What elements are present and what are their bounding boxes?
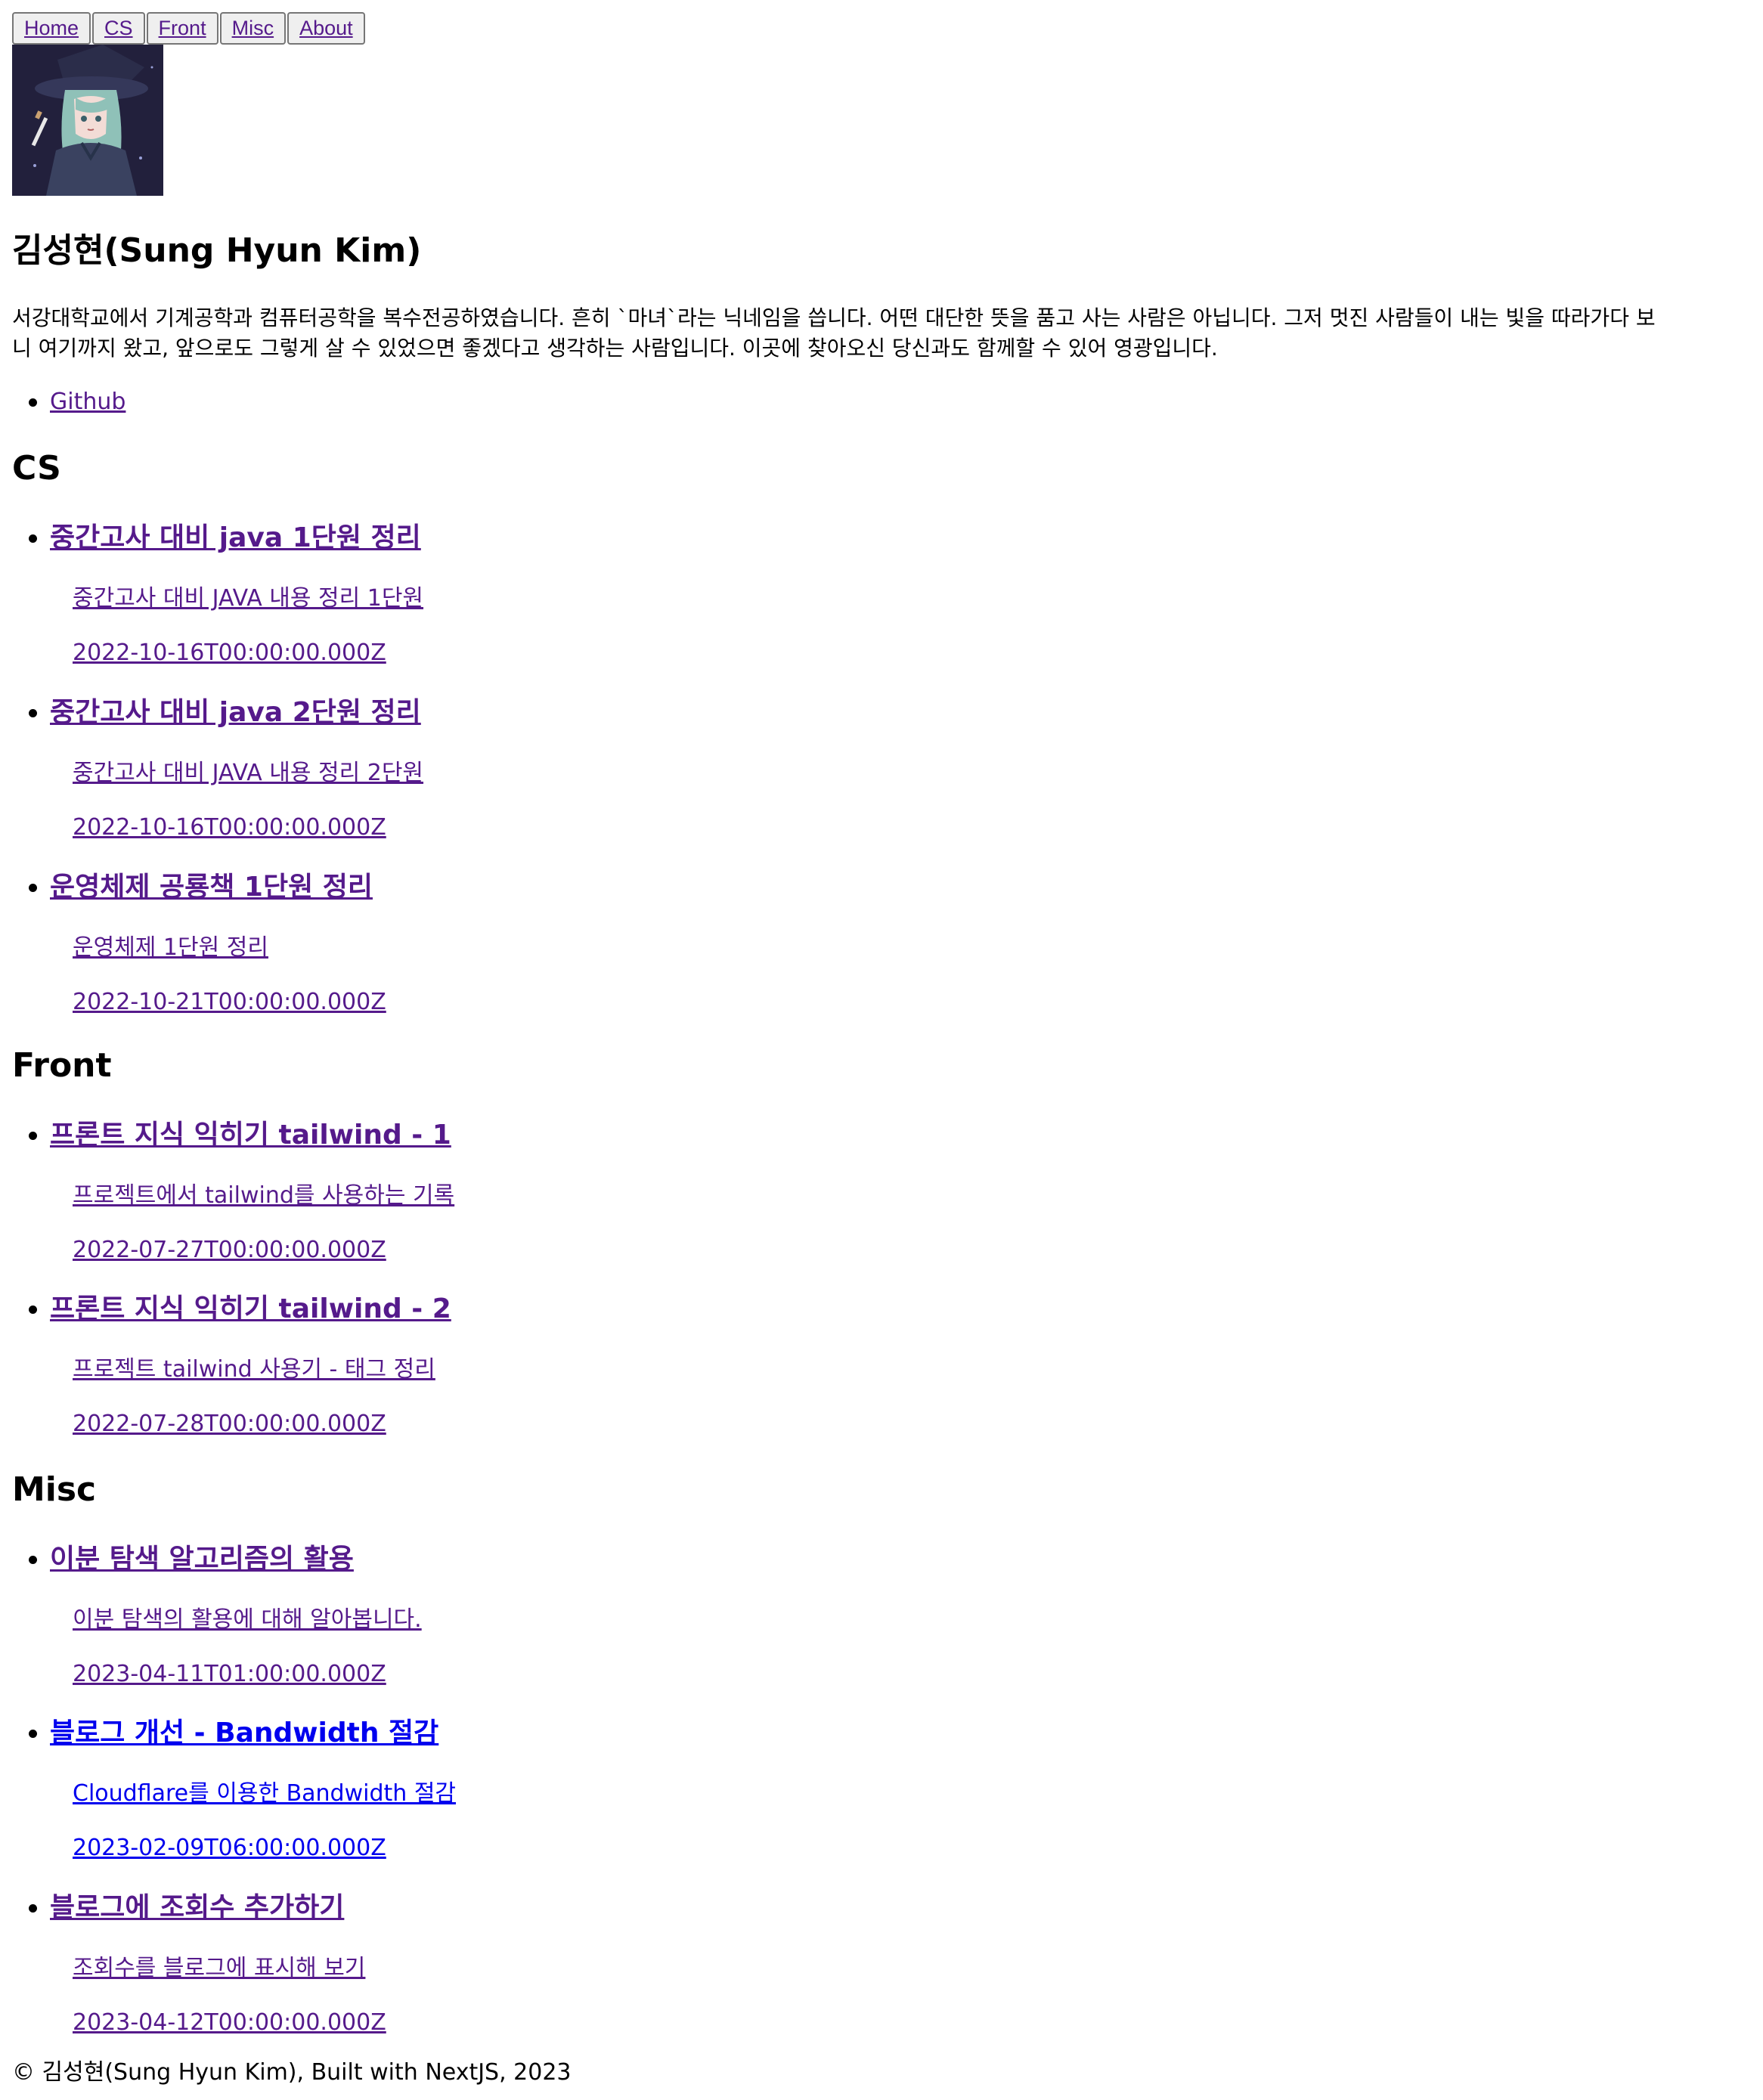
post-item: 블로그 개선 - Bandwidth 절감 [29,1715,438,1752]
bullet-icon [29,534,37,543]
post-title-link[interactable]: 이분 탐색 알고리즘의 활용 [50,1541,354,1578]
post-date-link[interactable]: 2023-04-11T01:00:00.000Z [73,1659,386,1690]
section-heading-cs: CS [12,449,61,488]
post-date-link[interactable]: 2022-07-27T00:00:00.000Z [73,1235,386,1265]
post-date-link[interactable]: 2022-07-28T00:00:00.000Z [73,1409,386,1439]
bullet-icon [29,883,37,892]
nav-link-front[interactable]: Front [159,17,206,40]
post-item: 블로그에 조회수 추가하기 [29,1890,344,1926]
post-date-link[interactable]: 2022-10-16T00:00:00.000Z [73,638,386,668]
post-description-link[interactable]: 중간고사 대비 JAVA 내용 정리 1단원 [73,584,423,614]
post-title-link[interactable]: 블로그에 조회수 추가하기 [50,1890,344,1926]
post-item: 운영체제 공룡책 1단원 정리 [29,869,373,906]
post-item: 이분 탐색 알고리즘의 활용 [29,1541,354,1578]
profile-bio: 서강대학교에서 기계공학과 컴퓨터공학을 복수전공하였습니다. 흔히 `마녀`라… [12,303,1763,364]
bullet-icon [29,1729,37,1738]
post-date-link[interactable]: 2022-10-16T00:00:00.000Z [73,813,386,843]
bio-line: 니 여기까지 왔고, 앞으로도 그렇게 살 수 있었으면 좋겠다고 생각하는 사… [12,336,1218,361]
section-heading-front: Front [12,1046,112,1085]
post-description-link[interactable]: 이분 탐색의 활용에 대해 알아봅니다. [73,1605,422,1635]
bullet-icon [29,1903,37,1913]
nav-link-home[interactable]: Home [24,17,79,40]
post-item: 중간고사 대비 java 1단원 정리 [29,520,421,556]
post-item: 프론트 지식 익히기 tailwind - 1 [29,1117,451,1154]
post-date-link[interactable]: 2023-02-09T06:00:00.000Z [73,1833,386,1863]
bullet-icon [29,398,37,407]
nav-link-cs[interactable]: CS [104,17,133,40]
post-title-link[interactable]: 블로그 개선 - Bandwidth 절감 [50,1715,438,1752]
github-link[interactable]: Github [50,387,125,417]
bullet-icon [29,708,37,717]
post-description-link[interactable]: Cloudflare를 이용한 Bandwidth 절감 [73,1779,456,1809]
post-description-link[interactable]: 프로젝트에서 tailwind를 사용하는 기록 [73,1181,454,1211]
post-title-link[interactable]: 운영체제 공룡책 1단원 정리 [50,869,373,906]
footer: © 김성현(Sung Hyun Kim), Built with NextJS,… [12,2059,572,2086]
post-date-link[interactable]: 2022-10-21T00:00:00.000Z [73,987,386,1017]
page: Home CS Front Misc About 김성현(Sung Hyun K… [0,0,1763,2100]
post-description-link[interactable]: 프로젝트 tailwind 사용기 - 태그 정리 [73,1355,435,1385]
bullet-icon [29,1555,37,1564]
section-heading-misc: Misc [12,1470,97,1509]
post-title-link[interactable]: 프론트 지식 익히기 tailwind - 2 [50,1291,451,1327]
nav-button-cs[interactable]: CS [92,12,145,45]
nav-link-about[interactable]: About [299,17,353,40]
nav-button-front[interactable]: Front [146,12,218,45]
bullet-icon [29,1305,37,1314]
post-description-link[interactable]: 조회수를 블로그에 표시해 보기 [73,1953,365,1984]
post-title-link[interactable]: 중간고사 대비 java 2단원 정리 [50,695,421,731]
post-description-link[interactable]: 운영체제 1단원 정리 [73,933,268,963]
post-item: 중간고사 대비 java 2단원 정리 [29,695,421,731]
nav-button-about[interactable]: About [287,12,365,45]
post-item: 프론트 지식 익히기 tailwind - 2 [29,1291,451,1327]
nav-link-misc[interactable]: Misc [232,17,274,40]
bio-line: 서강대학교에서 기계공학과 컴퓨터공학을 복수전공하였습니다. 흔히 `마녀`라… [12,305,1656,330]
post-description-link[interactable]: 중간고사 대비 JAVA 내용 정리 2단원 [73,758,423,788]
nav-button-misc[interactable]: Misc [219,12,287,45]
profile-link-item: Github [29,387,125,417]
avatar [12,45,163,196]
post-date-link[interactable]: 2023-04-12T00:00:00.000Z [73,2008,386,2038]
top-nav: Home CS Front Misc About [12,12,367,45]
post-title-link[interactable]: 중간고사 대비 java 1단원 정리 [50,520,421,556]
bullet-icon [29,1131,37,1140]
avatar-illustration [12,45,163,196]
nav-button-home[interactable]: Home [12,12,91,45]
profile-name: 김성현(Sung Hyun Kim) [12,231,422,270]
post-title-link[interactable]: 프론트 지식 익히기 tailwind - 1 [50,1117,451,1154]
